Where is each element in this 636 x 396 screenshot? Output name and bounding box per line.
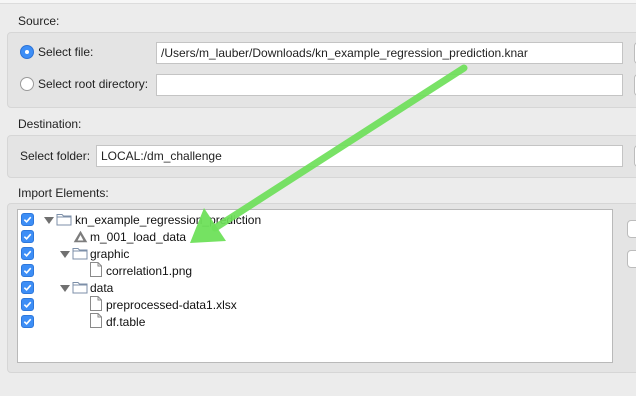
select-all-button[interactable] <box>627 220 636 238</box>
tree-checkbox[interactable] <box>21 213 34 226</box>
collapse-triangle-icon[interactable] <box>44 217 54 224</box>
tree-item-label[interactable]: graphic <box>90 247 129 261</box>
select-file-label: Select file: <box>38 45 94 59</box>
tree-checkbox[interactable] <box>21 264 34 277</box>
source-section-label: Source: <box>18 14 60 28</box>
tree-item-label[interactable]: kn_example_regression_prediction <box>75 213 261 227</box>
collapse-triangle-icon[interactable] <box>60 285 70 292</box>
top-divider <box>0 0 636 4</box>
destination-group: Select folder: LOCAL:/dm_challenge <box>7 135 636 178</box>
tree-item-label[interactable]: data <box>90 281 113 295</box>
folder-input[interactable]: LOCAL:/dm_challenge <box>96 145 623 167</box>
tree-item-label[interactable]: preprocessed-data1.xlsx <box>106 298 237 312</box>
tree-item-label[interactable]: m_001_load_data <box>90 230 186 244</box>
tree-checkbox[interactable] <box>21 315 34 328</box>
folder-icon <box>72 282 88 294</box>
select-folder-label: Select folder: <box>20 149 91 163</box>
import-section-label: Import Elements: <box>18 186 109 200</box>
source-group: Select file: /Users/m_lauber/Downloads/k… <box>7 32 636 108</box>
file-icon <box>90 313 102 328</box>
folder-icon <box>72 248 88 260</box>
destination-section-label: Destination: <box>18 117 82 131</box>
tree-checkbox[interactable] <box>21 230 34 243</box>
file-icon <box>90 262 102 277</box>
file-icon <box>90 296 102 311</box>
root-directory-input[interactable] <box>156 74 623 96</box>
folder-icon <box>56 214 72 226</box>
select-root-radio[interactable] <box>20 77 34 91</box>
file-path-input[interactable]: /Users/m_lauber/Downloads/kn_example_reg… <box>156 42 623 64</box>
select-root-label: Select root directory: <box>38 77 149 91</box>
tree-item-label[interactable]: df.table <box>106 315 145 329</box>
tree-item-label[interactable]: correlation1.png <box>106 264 192 278</box>
workflow-icon <box>73 230 88 243</box>
tree-checkbox[interactable] <box>21 247 34 260</box>
tree-checkbox[interactable] <box>21 298 34 311</box>
tree-checkbox[interactable] <box>21 281 34 294</box>
deselect-all-button[interactable] <box>627 250 636 268</box>
select-file-radio[interactable] <box>20 45 34 59</box>
collapse-triangle-icon[interactable] <box>60 251 70 258</box>
